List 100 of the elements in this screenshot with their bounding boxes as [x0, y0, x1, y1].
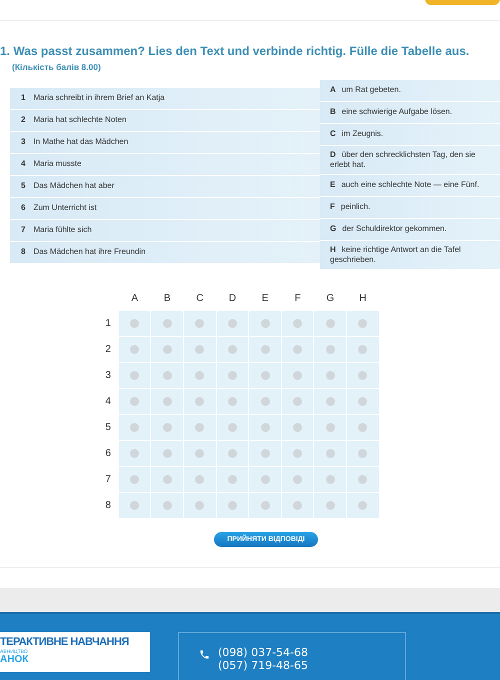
radio-button[interactable] [130, 345, 140, 354]
radio-button[interactable] [358, 397, 368, 406]
statement-row: 6 Zum Unterricht ist [10, 198, 320, 219]
question-title: 1. Was passt zusammen? Lies den Text und verbinde richtig. Fülle die Tabelle aus. [0, 43, 470, 60]
radio-button[interactable] [130, 501, 140, 510]
row-label: 8 [104, 499, 112, 514]
logo-brand: АНОК [0, 655, 30, 666]
radio-button[interactable] [195, 501, 204, 510]
statement-row: 4 Maria musste [10, 154, 320, 175]
row-label: 5 [104, 421, 112, 436]
column-header: A [118, 290, 151, 311]
radio-button[interactable] [162, 423, 172, 432]
points-label: (Кількість балів 8.00) [12, 61, 102, 74]
radio-button[interactable] [228, 423, 237, 432]
radio-button[interactable] [260, 475, 270, 484]
phone-icon [199, 649, 210, 660]
radio-button[interactable] [293, 371, 302, 380]
radio-button[interactable] [130, 475, 140, 484]
radio-button[interactable] [358, 423, 368, 432]
radio-button[interactable] [130, 449, 140, 458]
column-header: H [346, 290, 380, 311]
radio-button[interactable] [358, 319, 368, 328]
radio-button[interactable] [293, 475, 302, 484]
row-label: 4 [104, 395, 112, 410]
radio-button[interactable] [195, 423, 204, 432]
column-header: G [314, 290, 347, 311]
radio-button[interactable] [195, 371, 204, 380]
answer-row: C im Zeugnis. [320, 124, 500, 145]
radio-button[interactable] [228, 475, 237, 484]
statement-row: 2 Maria hat schlechte Noten [10, 110, 320, 131]
radio-button[interactable] [162, 501, 172, 510]
answer-row: H keine richtige Antwort an die Tafel geschrieben. [320, 240, 500, 269]
row-label: 7 [104, 473, 112, 488]
radio-button[interactable] [130, 397, 140, 406]
radio-button[interactable] [326, 449, 335, 458]
radio-button[interactable] [260, 423, 270, 432]
radio-button[interactable] [260, 501, 270, 510]
answer-row: D über den schrecklichsten Tag, den sie erlebt hat. [320, 146, 500, 174]
radio-button[interactable] [260, 397, 270, 406]
statement-row: 8 Das Mädchen hat ihre Freundin [10, 242, 320, 263]
row-label: 2 [104, 343, 112, 358]
statement-row: 1 Maria schreibt in ihrem Brief an Katja [10, 88, 320, 109]
radio-button[interactable] [260, 345, 270, 354]
radio-button[interactable] [326, 371, 335, 380]
answer-row: B eine schwierige Aufgabe lösen. [320, 102, 500, 123]
radio-button[interactable] [326, 319, 335, 328]
radio-button[interactable] [195, 475, 204, 484]
radio-button[interactable] [162, 319, 172, 328]
radio-button[interactable] [260, 449, 270, 458]
answer-row: F peinlich. [320, 196, 500, 218]
radio-button[interactable] [326, 397, 335, 406]
statement-row: 7 Maria fühlte sich [10, 220, 320, 241]
radio-button[interactable] [162, 371, 172, 380]
radio-button[interactable] [358, 475, 368, 484]
radio-button[interactable] [228, 397, 237, 406]
logo-title: ТЕРАКТИВНЕ НАВЧАННЯ [0, 635, 129, 650]
radio-button[interactable] [228, 449, 237, 458]
radio-button[interactable] [326, 501, 335, 510]
radio-button[interactable] [228, 501, 237, 510]
column-header: F [281, 290, 314, 311]
column-header: C [184, 290, 216, 311]
radio-button[interactable] [195, 449, 204, 458]
radio-button[interactable] [358, 345, 368, 354]
radio-button[interactable] [195, 397, 204, 406]
radio-button[interactable] [260, 319, 270, 328]
answer-row: G der Schuldirektor gekommen. [320, 218, 500, 240]
radio-button[interactable] [358, 371, 368, 380]
radio-button[interactable] [162, 345, 172, 354]
column-header: D [216, 290, 249, 311]
radio-button[interactable] [293, 449, 302, 458]
radio-button[interactable] [326, 345, 335, 354]
row-label: 1 [104, 317, 112, 332]
radio-button[interactable] [326, 423, 335, 432]
radio-button[interactable] [162, 475, 172, 484]
radio-button[interactable] [130, 319, 140, 328]
radio-button[interactable] [293, 319, 302, 328]
radio-button[interactable] [228, 345, 237, 354]
answer-row: E auch eine schlechte Note — eine Fünf. [320, 174, 500, 196]
radio-button[interactable] [358, 449, 368, 458]
answer-row: A um Rat gebeten. [320, 80, 500, 101]
radio-button[interactable] [293, 397, 302, 406]
radio-button[interactable] [326, 475, 335, 484]
radio-button[interactable] [130, 371, 140, 380]
radio-button[interactable] [195, 319, 204, 328]
radio-button[interactable] [293, 501, 302, 510]
radio-button[interactable] [260, 371, 270, 380]
radio-button[interactable] [293, 423, 302, 432]
phone-number: (057) 719-48-65 [218, 659, 308, 672]
radio-button[interactable] [228, 371, 237, 380]
radio-button[interactable] [162, 449, 172, 458]
statement-row: 5 Das Mädchen hat aber [10, 176, 320, 197]
radio-button[interactable] [293, 345, 302, 354]
column-header: E [248, 290, 282, 311]
radio-button[interactable] [195, 345, 204, 354]
radio-button[interactable] [130, 423, 140, 432]
radio-button[interactable] [162, 397, 172, 406]
radio-button[interactable] [228, 319, 237, 328]
phone-number: (098) 037-54-68 [218, 646, 308, 660]
radio-button[interactable] [358, 501, 368, 510]
statement-row: 3 In Mathe hat das Mädchen [10, 132, 320, 153]
